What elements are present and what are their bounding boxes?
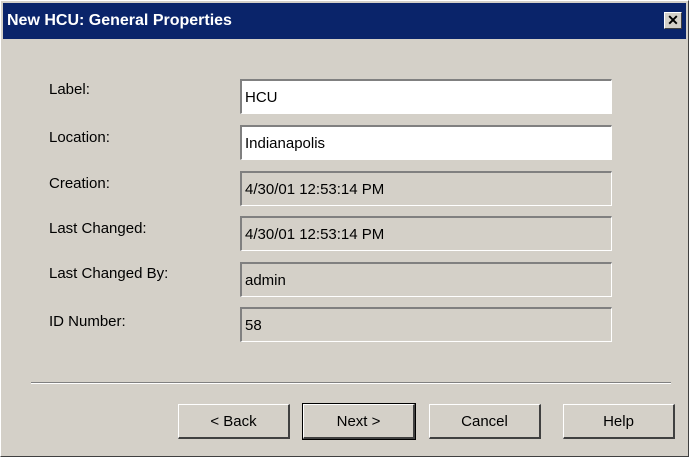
location-input[interactable] [240,125,612,160]
creation-field [240,171,612,206]
help-button[interactable]: Help [563,404,675,439]
title-bar[interactable]: New HCU: General Properties ✕ [3,3,686,39]
label-input[interactable] [240,79,612,114]
separator-line [31,382,671,384]
next-button[interactable]: Next > [302,403,416,440]
id-number-field-label: ID Number: [49,313,126,330]
location-field-label: Location: [49,129,110,146]
close-button[interactable]: ✕ [664,12,682,29]
window-title: New HCU: General Properties [7,12,232,29]
cancel-button[interactable]: Cancel [429,404,541,439]
last-changed-by-field [240,262,612,297]
id-number-field [240,307,612,342]
close-icon: ✕ [667,12,679,28]
last-changed-field [240,216,612,251]
dialog-window: New HCU: General Properties ✕ Label: Loc… [0,0,689,457]
label-field-label: Label: [49,81,90,98]
creation-field-label: Creation: [49,175,110,192]
back-button[interactable]: < Back [178,404,290,439]
last-changed-by-field-label: Last Changed By: [49,265,169,282]
last-changed-field-label: Last Changed: [49,220,147,237]
